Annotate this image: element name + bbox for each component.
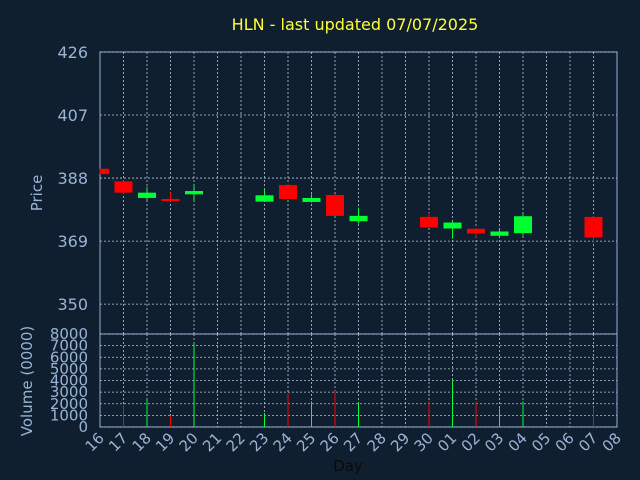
volume-axis-label: Volume (0000) [18, 326, 36, 436]
day-tick-label: 21 [199, 429, 225, 455]
day-tick-label: 19 [152, 429, 178, 455]
day-tick-label: 04 [505, 429, 531, 455]
day-axis: 1617181920212223242526272829300102030405… [82, 429, 625, 475]
day-tick-label: 07 [575, 429, 601, 455]
candle-body [349, 215, 368, 222]
candle-body [443, 222, 462, 229]
candle-body [584, 216, 603, 238]
day-tick-label: 02 [458, 429, 484, 455]
day-axis-label: Day [333, 457, 363, 475]
day-tick-label: 08 [599, 429, 625, 455]
candle-body [161, 198, 180, 201]
day-tick-label: 03 [481, 429, 507, 455]
day-tick-label: 18 [129, 429, 155, 455]
candle-body [467, 228, 485, 234]
candle-body [185, 191, 203, 195]
candle-body [302, 197, 321, 202]
candle-body [255, 195, 274, 202]
chart-title: HLN - last updated 07/07/2025 [232, 15, 479, 34]
day-tick-label: 01 [434, 429, 460, 455]
price-tick-label: 426 [57, 43, 88, 62]
day-tick-label: 25 [293, 429, 319, 455]
day-tick-label: 17 [105, 429, 131, 455]
price-tick-label: 350 [57, 295, 88, 314]
price-axis-label: Price [28, 175, 46, 212]
candle-body [279, 185, 297, 199]
day-tick-label: 29 [387, 429, 413, 455]
day-tick-label: 26 [317, 429, 343, 455]
day-tick-label: 20 [176, 429, 202, 455]
day-tick-label: 28 [364, 429, 390, 455]
price-tick-label: 407 [57, 106, 88, 125]
candle-body [326, 194, 344, 216]
day-tick-label: 24 [270, 429, 296, 455]
day-tick-label: 22 [223, 429, 249, 455]
day-tick-label: 30 [411, 429, 437, 455]
stock-chart: HLN - last updated 07/07/2025 426 407 388 3… [18, 15, 625, 475]
candle-body [138, 192, 156, 198]
candle-body [114, 181, 133, 193]
candle-body [420, 216, 438, 228]
candle-body [100, 168, 109, 175]
candle-body [514, 216, 532, 234]
day-tick-label: 27 [340, 429, 366, 455]
volume-tick-label: 0 [78, 418, 88, 436]
candle-body [490, 231, 509, 236]
day-tick-label: 23 [246, 429, 272, 455]
price-tick-label: 388 [57, 169, 88, 188]
day-tick-label: 05 [528, 429, 554, 455]
volume-panel: 800070006000500040003000200010000Volume … [18, 325, 618, 436]
day-tick-label: 06 [552, 429, 578, 455]
price-panel: 426 407 388 369 350 Price [28, 43, 618, 335]
price-tick-label: 369 [57, 232, 88, 251]
